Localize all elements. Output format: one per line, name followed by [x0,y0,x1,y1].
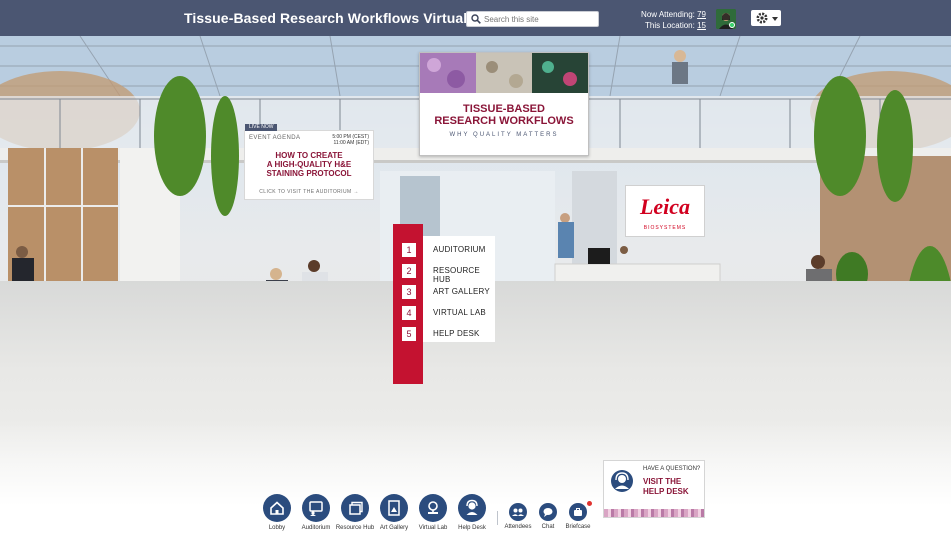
event-lobby-page: Tissue-Based Research Workflows Virtual … [0,0,951,542]
agenda-talk-line3: STAINING PROTOCOL [266,169,352,178]
directory-number: 4 [402,306,416,320]
gear-icon [756,12,768,24]
visit-auditorium-link[interactable]: CLICK TO VISIT THE AUDITORIUM → [245,189,373,195]
nav-help-desk[interactable]: Help Desk [446,494,498,531]
sponsor-logo-sign[interactable]: Leica BIOSYSTEMS [625,185,705,237]
headset-icon [466,499,478,515]
headset-icon [611,470,633,492]
nav-help-desk-label: Help Desk [458,525,486,531]
directory-number: 5 [402,327,416,341]
agenda-talk-line2: A HIGH-QUALITY H&E [266,160,352,169]
this-location-label: This Location: [645,21,695,30]
directory-number: 1 [402,243,416,257]
directory-label: VIRTUAL LAB [433,308,486,317]
search-input[interactable] [484,12,596,26]
avatar[interactable] [716,9,736,29]
banner-title-line1: TISSUE-BASED [463,103,545,115]
briefcase-notification-dot [587,501,592,506]
event-agenda-board[interactable]: LIVE NOW EVENT AGENDA 5:00 PM (CEST) 11:… [244,124,374,200]
nav-briefcase[interactable]: Briefcase [552,501,604,530]
now-attending-label: Now Attending: [641,10,695,19]
agenda-talk-line1: HOW TO CREATE [275,151,343,160]
nav-resource-hub-button[interactable] [341,494,369,522]
nav-art-gallery-button[interactable] [380,494,408,522]
chevron-down-icon [772,17,778,21]
directory-item-resource-hub[interactable]: 2 RESOURCE HUB [393,261,495,284]
banner-title-line2: RESEARCH WORKFLOWS [434,115,574,127]
nav-virtual-lab-button[interactable] [419,494,447,522]
presentation-icon [309,501,323,516]
online-status-dot [729,22,735,28]
help-visit-text: VISIT THE HELP DESK [643,477,689,497]
microscope-icon [428,501,438,514]
banner-subtitle: WHY QUALITY MATTERS [449,132,559,138]
this-location-count[interactable]: 15 [697,21,706,30]
agenda-time-edt: 11:00 AM (EDT) [333,140,369,146]
tissue-images-strip [420,53,588,93]
directory-number: 2 [402,264,416,278]
event-banner: TISSUE-BASED RESEARCH WORKFLOWS WHY QUAL… [419,52,589,156]
briefcase-icon [574,508,582,516]
directory-sign: 1 AUDITORIUM 2 RESOURCE HUB 3 ART GALLER… [393,224,498,386]
directory-label: HELP DESK [433,329,480,338]
live-now-badge: LIVE NOW [245,124,278,131]
settings-menu-button[interactable] [751,10,781,26]
top-bar: Tissue-Based Research Workflows Virtual … [0,0,951,36]
agenda-label: EVENT AGENDA [249,135,301,141]
agenda-session-title: HOW TO CREATE A HIGH-QUALITY H&E STAININ… [245,151,373,178]
help-question: HAVE A QUESTION? [643,466,701,472]
directory-item-art-gallery[interactable]: 3 ART GALLERY [393,282,495,302]
directory-number: 3 [402,285,416,299]
directory-item-help-desk[interactable]: 5 HELP DESK [393,324,495,344]
directory-item-virtual-lab[interactable]: 4 VIRTUAL LAB [393,303,495,323]
directory-label: ART GALLERY [433,287,490,296]
stack-icon [349,501,363,515]
help-line1: VISIT THE [643,477,682,486]
search-box[interactable] [466,11,599,27]
agenda-times: 5:00 PM (CEST) 11:00 AM (EDT) [332,134,369,146]
directory-label: AUDITORIUM [433,245,486,254]
sponsor-logo: Leica [639,194,691,219]
directory-item-auditorium[interactable]: 1 AUDITORIUM [393,240,495,260]
nav-help-desk-button[interactable] [458,494,486,522]
nav-lobby-button[interactable] [263,494,291,522]
nav-briefcase-button[interactable] [569,503,587,521]
help-line2: HELP DESK [643,487,689,496]
sponsor-subtitle: BIOSYSTEMS [643,225,687,231]
banner-title: TISSUE-BASED RESEARCH WORKFLOWS [420,103,588,127]
nav-briefcase-label: Briefcase [565,524,591,530]
nav-auditorium-button[interactable] [302,494,330,522]
search-icon [471,14,481,24]
event-title: Tissue-Based Research Workflows Virtual … [184,10,510,26]
attendance-info: Now Attending: 79 This Location: 15 [641,9,706,31]
home-icon [270,501,284,515]
frame-icon [388,500,400,516]
now-attending-count[interactable]: 79 [697,10,706,19]
